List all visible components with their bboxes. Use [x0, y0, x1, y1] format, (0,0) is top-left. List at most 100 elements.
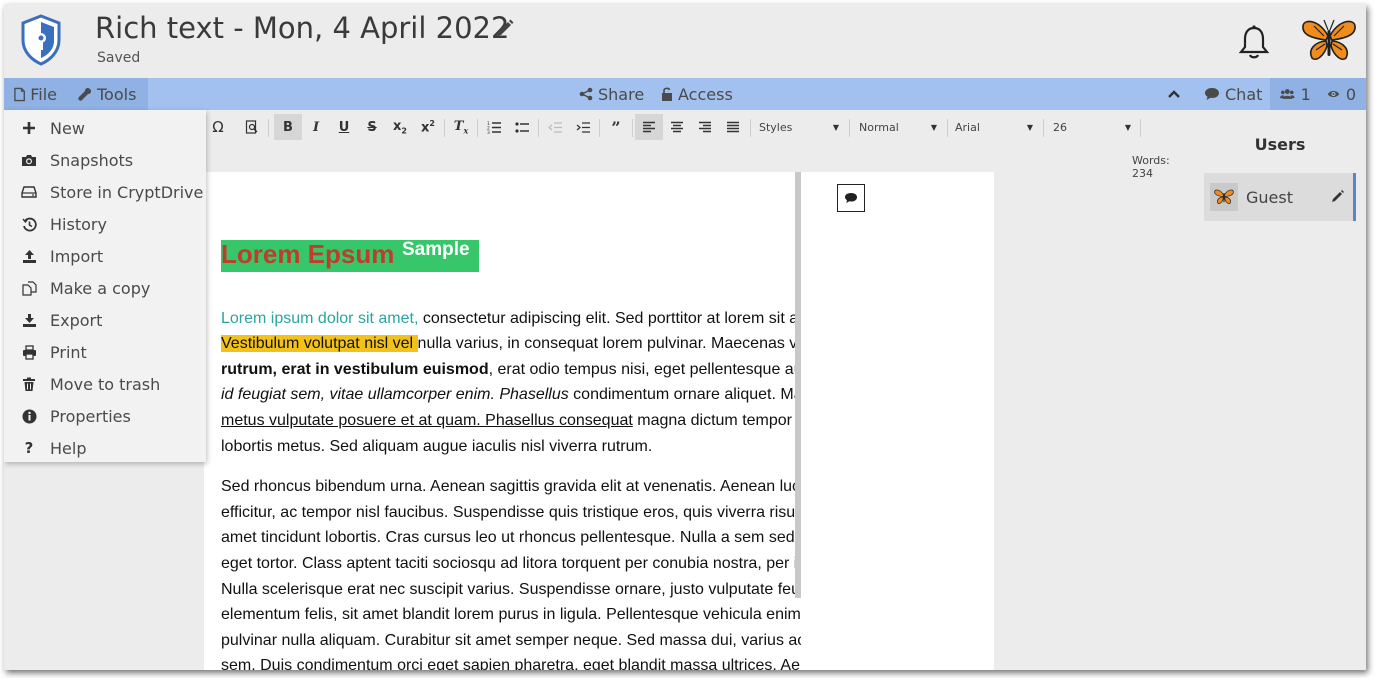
toolbar-separator: [1043, 119, 1044, 137]
menu-item-history[interactable]: History: [4, 208, 206, 240]
menu-item-properties[interactable]: Properties: [4, 400, 206, 432]
toolbar-separator: [444, 119, 445, 137]
superscript-icon: x2: [421, 118, 435, 136]
italic-text: id feugiat sem, vitae ullamcorper enim. …: [221, 386, 569, 404]
styles-dropdown[interactable]: Styles ▼: [754, 116, 844, 138]
caret-down-icon: ▼: [1124, 122, 1131, 132]
toolbar-separator: [947, 119, 948, 137]
user-name: Guest: [1246, 187, 1293, 207]
remove-format-icon: Tx: [453, 118, 469, 136]
font-size-dropdown[interactable]: 26 ▼: [1048, 116, 1136, 138]
tools-menu-button[interactable]: Tools: [67, 78, 148, 110]
comment-icon: [845, 193, 857, 203]
pencil-icon[interactable]: [1331, 189, 1345, 203]
users-count: 1: [1300, 84, 1311, 104]
align-justify-icon: [727, 121, 739, 133]
users-icon: [1280, 89, 1295, 99]
cryptpad-logo[interactable]: [20, 14, 62, 66]
menu-item-export[interactable]: Export: [4, 304, 206, 336]
file-icon: [14, 87, 25, 101]
numbered-list-button[interactable]: 1 2 3: [480, 114, 508, 140]
justify-button[interactable]: [719, 114, 747, 140]
file-menu-label: File: [30, 84, 57, 104]
download-icon: [22, 313, 36, 327]
document-title: Rich text - Mon, 4 April 2022: [95, 11, 510, 45]
blockquote-button[interactable]: ”: [602, 114, 630, 140]
user-entry[interactable]: Guest: [1204, 173, 1356, 221]
menu-item-store-in-cryptdrive[interactable]: Store in CryptDrive: [4, 176, 206, 208]
caret-down-icon: ▼: [1026, 122, 1033, 132]
increase-indent-button[interactable]: [569, 114, 597, 140]
menu-item-help[interactable]: ? Help: [4, 432, 206, 464]
menu-item-label: Snapshots: [50, 150, 134, 170]
caret-down-icon: ▼: [930, 122, 937, 132]
bulleted-list-button[interactable]: [508, 114, 536, 140]
menu-item-label: Print: [50, 342, 87, 362]
font-label: Arial: [955, 120, 980, 134]
special-char-button[interactable]: Ω: [204, 114, 232, 140]
menu-item-snapshots[interactable]: Snapshots: [4, 144, 206, 176]
ordered-list-icon: 1 2 3: [487, 121, 501, 134]
highlighted-text: Vestibulum volutpat nisl vel: [221, 335, 418, 353]
chat-button[interactable]: Chat: [1204, 78, 1262, 110]
align-left-button[interactable]: [635, 114, 663, 140]
bold-button[interactable]: B: [274, 114, 302, 140]
pencil-icon[interactable]: [495, 18, 515, 38]
eye-icon: [1327, 90, 1339, 98]
drive-icon: [21, 186, 37, 198]
collapse-toolbar-button[interactable]: [1167, 78, 1181, 110]
toolbar-separator: [268, 119, 269, 137]
menu-item-print[interactable]: Print: [4, 336, 206, 368]
bullet-list-icon: [514, 121, 529, 133]
menu-item-new[interactable]: New: [4, 112, 206, 144]
bold-text: rutrum, erat in vestibulum euismod: [221, 360, 489, 378]
users-panel-title: Users: [1254, 135, 1306, 154]
file-menu-button[interactable]: File: [4, 78, 67, 110]
align-right-button[interactable]: [691, 114, 719, 140]
chat-label: Chat: [1225, 84, 1263, 104]
menu-item-make-a-copy[interactable]: Make a copy: [4, 272, 206, 304]
remove-format-button[interactable]: Tx: [447, 114, 475, 140]
userlist-button[interactable]: 1 0: [1270, 78, 1366, 110]
align-center-button[interactable]: [663, 114, 691, 140]
decrease-indent-button[interactable]: [541, 114, 569, 140]
question-icon: ?: [24, 439, 34, 457]
italic-button[interactable]: I: [302, 114, 330, 140]
share-button[interactable]: Share: [579, 78, 644, 110]
format-dropdown[interactable]: Normal ▼: [854, 116, 942, 138]
chevron-up-icon: [1168, 90, 1180, 98]
caret-down-icon: ▼: [832, 122, 839, 132]
menu-item-label: History: [50, 214, 107, 234]
butterfly-avatar[interactable]: [1300, 16, 1358, 66]
underline-icon: U: [338, 119, 350, 135]
word-count: Words: 234: [1132, 154, 1170, 180]
font-dropdown[interactable]: Arial ▼: [950, 116, 1038, 138]
format-label: Normal: [859, 120, 899, 134]
styles-label: Styles: [759, 120, 793, 134]
access-label: Access: [678, 84, 733, 104]
subscript-icon: x2: [393, 118, 407, 136]
strikethrough-icon: S: [367, 119, 377, 135]
toolbar-separator: [632, 119, 633, 137]
trash-icon: [23, 377, 35, 391]
bold-icon: B: [283, 119, 293, 135]
toolbar-separator: [1140, 119, 1141, 137]
tools-menu-label: Tools: [97, 84, 137, 104]
underline-button[interactable]: U: [330, 114, 358, 140]
menu-item-label: Help: [50, 438, 87, 458]
upload-icon: [22, 249, 36, 263]
menu-item-move-to-trash[interactable]: Move to trash: [4, 368, 206, 400]
align-left-icon: [643, 121, 655, 133]
heading-superscript: Sample: [402, 239, 470, 260]
subscript-button[interactable]: x2: [386, 114, 414, 140]
users-panel: Users Guest: [1194, 110, 1366, 670]
add-comment-button[interactable]: [837, 184, 865, 212]
superscript-button[interactable]: x2: [414, 114, 442, 140]
menu-item-label: Make a copy: [50, 278, 151, 298]
bell-icon[interactable]: [1237, 24, 1271, 60]
menu-item-import[interactable]: Import: [4, 240, 206, 272]
access-button[interactable]: Access: [661, 78, 733, 110]
strikethrough-button[interactable]: S: [358, 114, 386, 140]
svg-text:3: 3: [487, 130, 490, 134]
find-button[interactable]: [238, 114, 266, 140]
